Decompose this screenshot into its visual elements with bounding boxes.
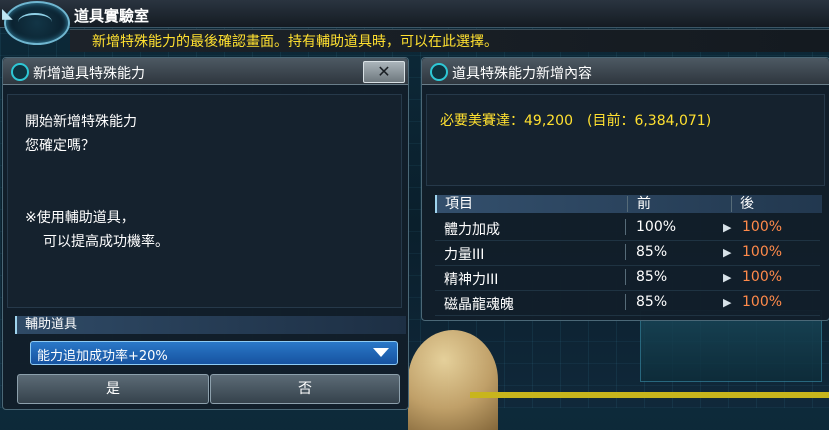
column-divider — [625, 269, 626, 285]
arrow-right-icon: ▶ — [723, 246, 732, 259]
close-icon: ✕ — [377, 62, 391, 81]
no-button[interactable]: 否 — [210, 374, 400, 404]
message-box: 開始新增特殊能力 您確定嗎？ ※使用輔助道具， 可以提高成功機率。 — [7, 94, 402, 308]
table-row: 磁晶龍魂魄 85% ▶ 100% — [435, 291, 820, 316]
details-panel-header: 道具特殊能力新增內容 — [422, 58, 829, 85]
yes-button[interactable]: 是 — [17, 374, 209, 404]
row-before-value: 85% — [636, 269, 668, 285]
row-before-value: 100% — [636, 219, 677, 235]
column-divider — [625, 294, 626, 310]
column-header-before: 前 — [637, 196, 651, 212]
row-before-value: 85% — [636, 244, 668, 260]
column-header-item: 項目 — [445, 196, 473, 212]
menu-chevron-icon: ◣ — [2, 6, 13, 22]
cost-box — [426, 94, 825, 186]
aux-item-label: 輔助道具 — [15, 316, 406, 334]
row-item-name: 精神力III — [444, 272, 499, 288]
row-item-name: 力量III — [444, 247, 485, 263]
column-divider — [625, 244, 626, 260]
table-header: 項目 前 後 — [435, 195, 822, 213]
confirm-message-line2: 您確定嗎？ — [25, 138, 95, 154]
panel-marker-icon — [11, 63, 29, 81]
details-panel-title: 道具特殊能力新增內容 — [452, 66, 592, 82]
confirm-panel-title: 新增道具特殊能力 — [33, 66, 145, 82]
table-row: 精神力III 85% ▶ 100% — [435, 266, 820, 291]
background-stripe — [470, 392, 829, 398]
chevron-down-icon — [373, 348, 389, 357]
panel-marker-icon — [430, 63, 448, 81]
row-before-value: 85% — [636, 294, 668, 310]
column-divider — [731, 196, 732, 212]
arrow-right-icon: ▶ — [723, 296, 732, 309]
arrow-right-icon: ▶ — [723, 221, 732, 234]
column-divider — [627, 196, 628, 212]
confirm-panel: 新增道具特殊能力 ✕ 開始新增特殊能力 您確定嗎？ ※使用輔助道具， 可以提高成… — [2, 57, 409, 410]
confirm-panel-header: 新增道具特殊能力 ✕ — [3, 58, 408, 85]
aux-item-dropdown[interactable]: 能力追加成功率+20% — [30, 341, 398, 365]
window-title: 道具實驗室 — [74, 7, 150, 25]
note-line1: ※使用輔助道具， — [25, 210, 135, 226]
info-message: 新增特殊能力的最後確認畫面。持有輔助道具時，可以在此選擇。 — [92, 34, 498, 50]
table-row: 體力加成 100% ▶ 100% — [435, 216, 820, 241]
confirm-message-line1: 開始新增特殊能力 — [25, 114, 137, 130]
background-character — [408, 330, 498, 430]
note-line2: 可以提高成功機率。 — [43, 234, 169, 250]
row-item-name: 磁晶龍魂魄 — [444, 297, 514, 313]
row-after-value: 100% — [742, 219, 783, 235]
cost-text: 必要美賽達：49,200 (目前：6,384,071) — [440, 113, 712, 129]
table-row: 力量III 85% ▶ 100% — [435, 241, 820, 266]
close-button[interactable]: ✕ — [363, 61, 405, 83]
row-after-value: 100% — [742, 269, 783, 285]
aux-item-selected: 能力追加成功率+20% — [37, 349, 168, 364]
row-after-value: 100% — [742, 244, 783, 260]
row-after-value: 100% — [742, 294, 783, 310]
details-panel: 道具特殊能力新增內容 必要美賽達：49,200 (目前：6,384,071) 項… — [421, 57, 829, 321]
column-divider — [625, 219, 626, 235]
arrow-right-icon: ▶ — [723, 271, 732, 284]
column-header-after: 後 — [740, 196, 754, 212]
emblem-icon — [4, 1, 70, 45]
row-item-name: 體力加成 — [444, 222, 500, 238]
